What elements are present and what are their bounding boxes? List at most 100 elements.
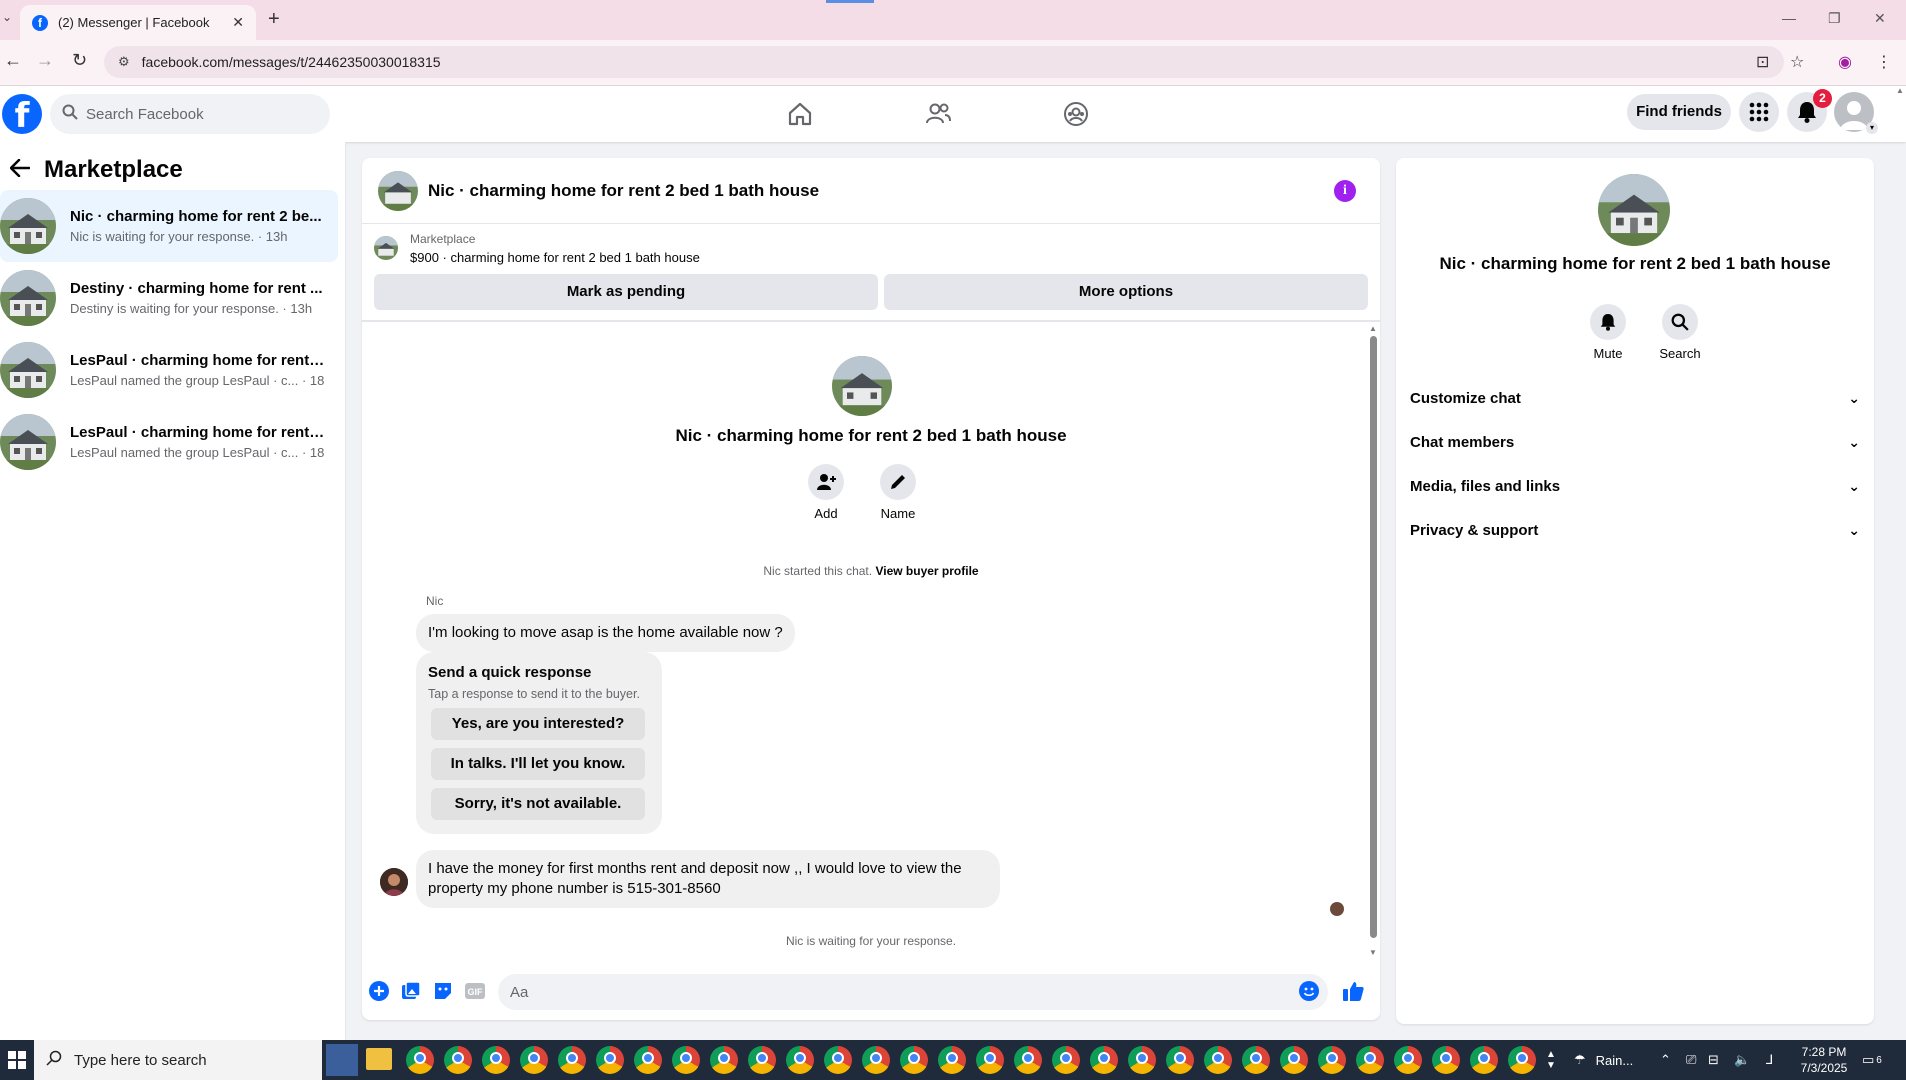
view-buyer-profile-link[interactable]: View buyer profile (875, 564, 978, 578)
chrome-taskbar-icon[interactable] (1470, 1046, 1498, 1074)
minimize-icon[interactable]: — (1782, 10, 1796, 26)
home-icon[interactable] (770, 96, 830, 132)
chrome-taskbar-icon[interactable] (900, 1046, 928, 1074)
message-input[interactable] (498, 974, 1328, 1010)
chrome-taskbar-icon[interactable] (1356, 1046, 1384, 1074)
chrome-taskbar-icon[interactable] (672, 1046, 700, 1074)
weather-widget[interactable]: ☂ Rain... (1574, 1040, 1633, 1080)
chrome-taskbar-icon[interactable] (558, 1046, 586, 1074)
chrome-taskbar-icon[interactable] (1052, 1046, 1080, 1074)
taskbar-search-box[interactable]: Type here to search (34, 1040, 322, 1080)
tray-scroll-arrows[interactable]: ▲ ▼ (1546, 1040, 1556, 1080)
chrome-taskbar-icon[interactable] (1432, 1046, 1460, 1074)
chrome-taskbar-icon[interactable] (862, 1046, 890, 1074)
chrome-taskbar-icon[interactable] (1014, 1046, 1042, 1074)
bookmark-star-icon[interactable]: ☆ (1790, 52, 1804, 72)
chat-title[interactable]: Nic · charming home for rent 2 bed 1 bat… (428, 181, 819, 201)
chrome-taskbar-icon[interactable] (786, 1046, 814, 1074)
menu-grid-icon[interactable] (1739, 92, 1779, 132)
chrome-taskbar-icon[interactable] (1508, 1046, 1536, 1074)
message-bubble[interactable]: I'm looking to move asap is the home ava… (416, 614, 795, 652)
chrome-taskbar-icon[interactable] (1128, 1046, 1156, 1074)
chrome-taskbar-icon[interactable] (596, 1046, 624, 1074)
chrome-taskbar-icon[interactable] (1280, 1046, 1308, 1074)
more-options-button[interactable]: More options (884, 274, 1368, 310)
back-arrow-icon[interactable] (9, 156, 31, 184)
facebook-logo-icon[interactable]: f (2, 94, 42, 136)
chrome-taskbar-icon[interactable] (444, 1046, 472, 1074)
chrome-taskbar-icon[interactable] (1394, 1046, 1422, 1074)
gif-icon[interactable]: GIF (464, 980, 486, 1002)
conversation-item[interactable]: Destiny · charming home for rent ... Des… (0, 262, 338, 334)
info-icon[interactable]: i (1334, 180, 1356, 202)
groups-icon[interactable] (1046, 96, 1106, 132)
back-icon[interactable]: ← (4, 50, 22, 71)
emoji-icon[interactable] (1298, 980, 1320, 1002)
install-app-icon[interactable]: ⊡ (1756, 52, 1769, 72)
chrome-taskbar-icon[interactable] (938, 1046, 966, 1074)
friends-icon[interactable] (908, 96, 968, 132)
window-close-icon[interactable]: ✕ (1874, 10, 1886, 27)
privacy-support-section[interactable]: Privacy & support ⌄ (1410, 512, 1860, 548)
chrome-taskbar-icon[interactable] (1242, 1046, 1270, 1074)
file-explorer-icon[interactable] (366, 1048, 392, 1070)
scrollbar-thumb[interactable] (1370, 336, 1377, 938)
thread-scrollbar[interactable]: ▲ ▼ (1366, 322, 1380, 962)
new-tab-icon[interactable]: + (268, 8, 280, 31)
scroll-down-arrow[interactable]: ▼ (1369, 948, 1377, 957)
url-bar[interactable]: ⚙ facebook.com/messages/t/24462350030018… (104, 46, 1784, 78)
photo-icon[interactable] (400, 980, 422, 1002)
hidden-icons-chevron-icon[interactable]: ⌃ (1660, 1040, 1671, 1080)
chrome-taskbar-icon[interactable] (1166, 1046, 1194, 1074)
input-indicator-icon[interactable]: ⅃ (1766, 1040, 1773, 1080)
search-in-chat-button[interactable]: Search (1650, 304, 1710, 361)
chrome-taskbar-icon[interactable] (1318, 1046, 1346, 1074)
listing-thumbnail[interactable] (374, 236, 398, 260)
mark-as-pending-button[interactable]: Mark as pending (374, 274, 878, 310)
listing-price-title[interactable]: $900 · charming home for rent 2 bed 1 ba… (410, 250, 700, 265)
action-center-icon[interactable]: ▭ 6 (1862, 1040, 1882, 1080)
quick-response-option[interactable]: In talks. I'll let you know. (431, 748, 645, 780)
plus-actions-icon[interactable] (368, 980, 390, 1002)
browser-menu-icon[interactable]: ⋮ (1876, 52, 1892, 72)
media-files-links-section[interactable]: Media, files and links ⌄ (1410, 468, 1860, 504)
sender-avatar[interactable] (380, 868, 408, 896)
chrome-taskbar-icon[interactable] (976, 1046, 1004, 1074)
page-scroll-up-arrow[interactable]: ▲ (1896, 86, 1906, 100)
account-chevron-icon[interactable]: ▾ (1866, 122, 1878, 134)
profile-icon[interactable]: ◉ (1838, 52, 1852, 72)
restore-icon[interactable]: ❐ (1828, 10, 1841, 27)
network-icon[interactable]: ⊟ (1708, 1040, 1719, 1080)
clock[interactable]: 7:28 PM 7/3/2025 (1792, 1040, 1856, 1080)
chrome-taskbar-icon[interactable] (748, 1046, 776, 1074)
quick-response-option[interactable]: Yes, are you interested? (431, 708, 645, 740)
tab-search-icon[interactable]: ⌄ (0, 10, 14, 30)
customize-chat-section[interactable]: Customize chat ⌄ (1410, 380, 1860, 416)
chrome-taskbar-icon[interactable] (1204, 1046, 1232, 1074)
tab-close-icon[interactable]: ✕ (232, 14, 244, 31)
quick-response-option[interactable]: Sorry, it's not available. (431, 788, 645, 820)
browser-tab[interactable]: f (2) Messenger | Facebook ✕ (20, 5, 256, 40)
name-chat-button[interactable]: Name (868, 464, 928, 521)
sticker-icon[interactable] (432, 980, 454, 1002)
chrome-taskbar-icon[interactable] (824, 1046, 852, 1074)
mute-button[interactable]: Mute (1578, 304, 1638, 361)
site-settings-icon[interactable]: ⚙ (118, 54, 130, 70)
message-bubble[interactable]: I have the money for first months rent a… (416, 850, 1000, 908)
chrome-taskbar-icon[interactable] (634, 1046, 662, 1074)
thumbs-up-icon[interactable] (1342, 980, 1364, 1002)
scroll-up-arrow[interactable]: ▲ (1369, 324, 1377, 333)
conversation-item[interactable]: LesPaul · charming home for rent ... Les… (0, 406, 338, 478)
conversation-item[interactable]: LesPaul · charming home for rent ... Les… (0, 334, 338, 406)
find-friends-button[interactable]: Find friends (1627, 94, 1731, 130)
forward-icon[interactable]: → (36, 50, 54, 71)
add-people-button[interactable]: Add (796, 464, 856, 521)
search-input[interactable] (86, 105, 306, 123)
facebook-search[interactable] (50, 94, 330, 134)
chrome-taskbar-icon[interactable] (1090, 1046, 1118, 1074)
windows-start-icon[interactable] (0, 1040, 34, 1080)
meet-now-icon[interactable]: ⎚ (1686, 1040, 1696, 1080)
conversation-item[interactable]: Nic · charming home for rent 2 be... Nic… (0, 190, 338, 262)
reload-icon[interactable]: ↻ (72, 50, 87, 71)
chat-thumbnail[interactable] (378, 170, 418, 211)
